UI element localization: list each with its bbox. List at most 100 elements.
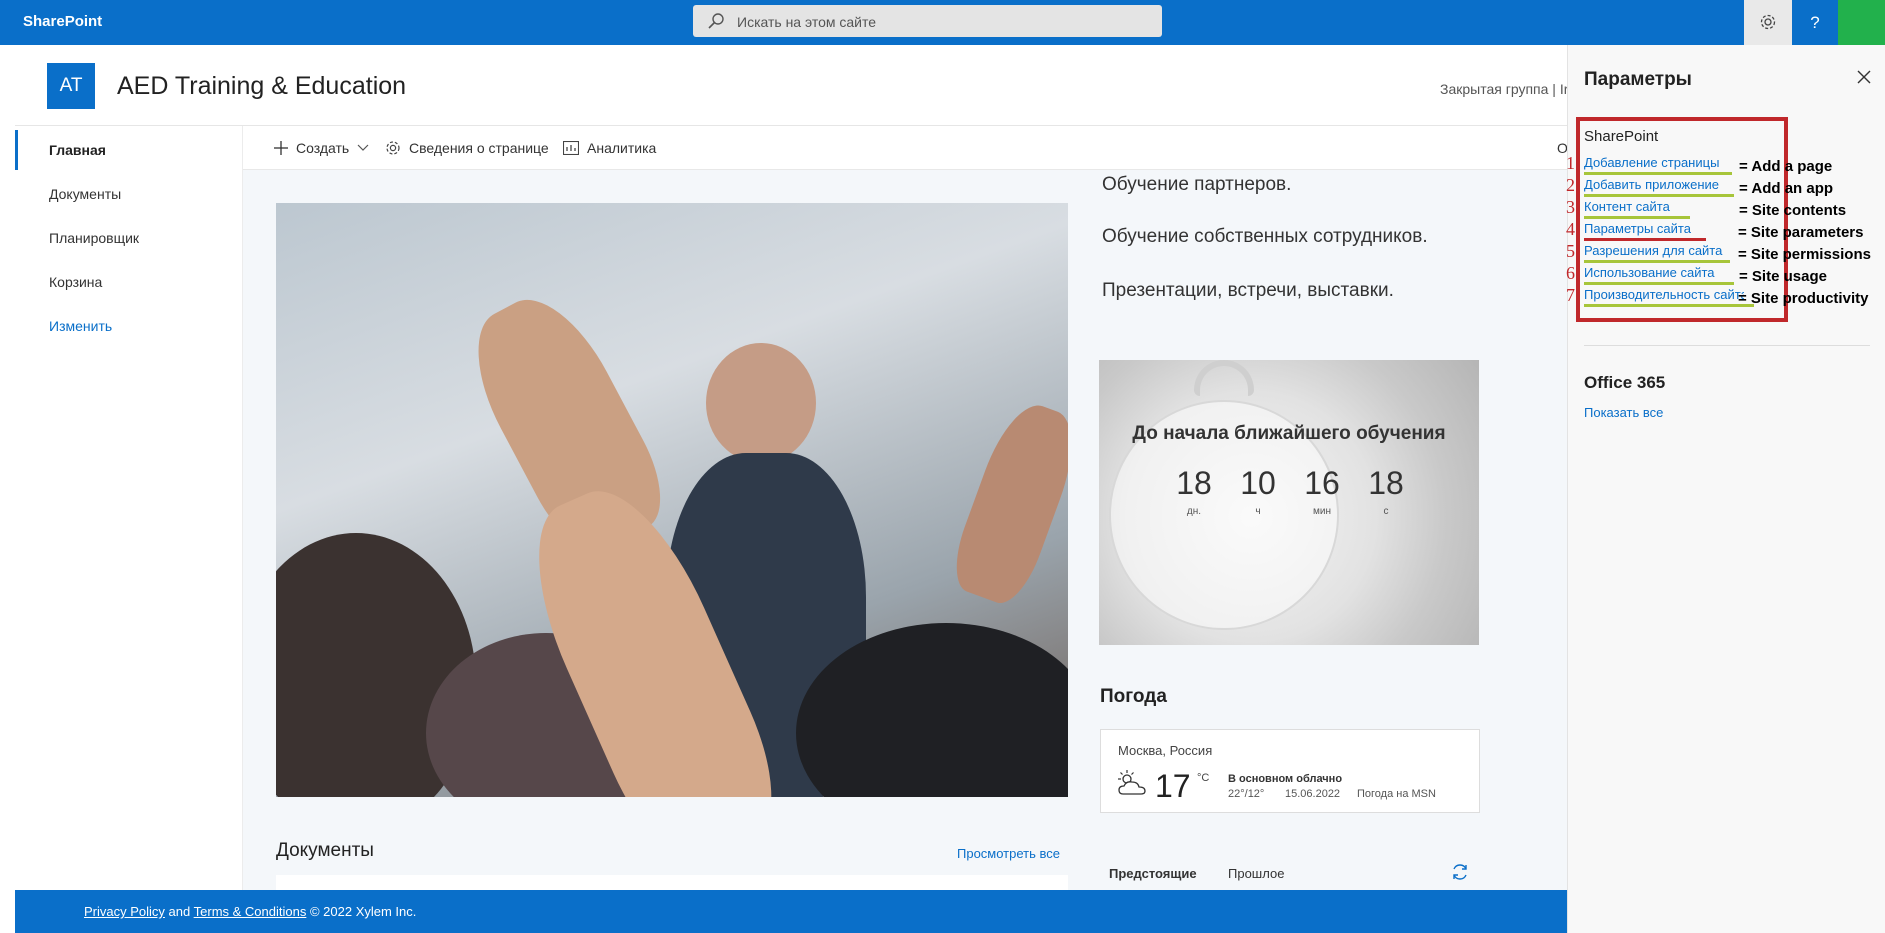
footer-copyright: © 2022 Xylem Inc. [309,904,417,919]
stopwatch-knob [1194,360,1254,396]
analytics-button[interactable]: Аналитика [563,140,656,156]
nav-item-documents[interactable]: Документы [15,174,243,214]
analytics-label: Аналитика [587,140,657,156]
image-hand [944,395,1068,611]
annotation-number: 3 [1566,197,1575,217]
countdown-days: 18 дн. [1164,465,1224,517]
site-logo[interactable]: AT [47,63,95,109]
sharepoint-section-title: SharePoint [1584,128,1659,145]
intro-line-3: Презентации, встречи, выставки. [1102,280,1394,301]
annotation-number: 5 [1566,241,1575,261]
annotation-underline [1584,216,1690,219]
countdown-label: ч [1255,506,1261,517]
weather-temperature: 17 [1155,768,1191,804]
footer-and: and [168,904,191,919]
add-page-link[interactable]: Добавление страницы [1584,155,1719,170]
refresh-icon[interactable] [1451,863,1469,881]
nav-item-home[interactable]: Главная [15,130,243,170]
countdown-webpart: До начала ближайшего обучения 18 дн. 10 … [1099,360,1479,645]
create-label: Создать [296,140,350,156]
weather-unit: °C [1197,772,1210,784]
panel-divider [1584,345,1870,346]
annotation-number: 4 [1566,219,1575,239]
annotation-underline [1584,194,1734,197]
panel-title: Параметры [1584,69,1692,90]
annotation-underline [1584,282,1734,285]
documents-title: Документы [276,840,374,861]
countdown-value: 16 [1304,465,1340,501]
search-icon [708,13,724,29]
close-icon[interactable] [1854,67,1874,87]
site-footer: Privacy Policy and Terms & Conditions © … [15,890,1567,933]
settings-button[interactable] [1744,0,1792,45]
suite-bar: SharePoint Искать на этом сайте ? [0,0,1885,45]
account-button[interactable] [1838,0,1885,45]
countdown-seconds: 18 с [1356,465,1416,517]
weather-description: В основном облачно [1228,773,1343,785]
partly-cloudy-icon [1118,770,1146,795]
page-details-button[interactable]: Сведения о странице [385,140,549,156]
annotation-translation: = Site productivity [1738,290,1869,307]
search-box[interactable]: Искать на этом сайте [693,5,1162,37]
countdown-value: 10 [1240,465,1276,501]
countdown-label: с [1383,506,1389,517]
app-brand[interactable]: SharePoint [23,13,102,30]
nav-item-recycle-bin[interactable]: Корзина [15,262,243,302]
annotation-underline [1584,304,1754,307]
weather-card[interactable]: Москва, Россия 17 °C В основном облачно … [1100,729,1480,813]
sharepoint-links: 1 Добавление страницы = Add a page 2 Доб… [1566,153,1884,325]
site-title[interactable]: AED Training & Education [117,72,406,101]
countdown-label: дн. [1186,506,1202,517]
weather-source-link[interactable]: Погода на MSN [1357,788,1436,800]
site-settings-link[interactable]: Параметры сайта [1584,221,1691,236]
countdown-minutes: 16 мин [1292,465,1352,517]
plus-icon [274,141,288,155]
nav-edit-link[interactable]: Изменить [15,306,243,346]
left-navigation: Главная Документы Планировщик Корзина Из… [15,126,243,890]
annotation-translation: = Site permissions [1738,246,1871,263]
settings-panel: Параметры SharePoint 1 Добавление страни… [1566,45,1885,933]
documents-list [276,875,1068,890]
weather-title: Погода [1100,686,1167,707]
site-permissions-link[interactable]: Разрешения для сайта [1584,243,1722,258]
tab-upcoming[interactable]: Предстоящие [1109,866,1197,881]
view-all-link[interactable]: Просмотреть все [957,846,1060,861]
countdown-label: мин [1313,506,1331,517]
nav-item-planner[interactable]: Планировщик [15,218,243,258]
search-input[interactable]: Искать на этом сайте [737,14,876,30]
analytics-icon [563,141,579,155]
create-button[interactable]: Создать [274,140,369,156]
weather-date: 15.06.2022 [1285,788,1341,800]
privacy-policy-link[interactable]: Privacy Policy [84,904,165,919]
help-button[interactable]: ? [1792,0,1838,45]
site-header: AT AED Training & Education Закрытая гру… [15,45,1569,126]
gear-icon [386,141,400,155]
site-contents-link[interactable]: Контент сайта [1584,199,1670,214]
site-usage-link[interactable]: Использование сайта [1584,265,1715,280]
terms-link[interactable]: Terms & Conditions [194,904,307,919]
gear-icon [1760,14,1776,30]
annotation-underline [1584,238,1706,241]
countdown-value: 18 [1176,465,1212,501]
intro-line-1: Обучение партнеров. [1102,174,1292,195]
annotation-number: 2 [1566,175,1575,195]
countdown-value: 18 [1368,465,1404,501]
annotation-translation: = Site parameters [1738,224,1864,241]
weather-city: Москва, Россия [1118,743,1213,758]
annotation-translation: = Site usage [1739,268,1827,285]
add-app-link[interactable]: Добавить приложение [1584,177,1719,192]
weather-range: 22°/12° [1228,788,1265,800]
countdown-title: До начала ближайшего обучения [1132,423,1446,444]
tab-past[interactable]: Прошлое [1228,866,1284,881]
group-info: Закрытая группа | Ir [1440,81,1569,97]
annotation-number: 6 [1566,263,1575,283]
annotation-translation: = Add a page [1739,158,1833,175]
hero-image [276,203,1068,797]
countdown-hours: 10 ч [1228,465,1288,517]
site-performance-link[interactable]: Производительность сайта [1584,287,1744,302]
command-bar: Создать Сведения о странице Аналитика О [243,126,1568,170]
image-blob [706,343,816,463]
annotation-number: 7 [1566,285,1575,305]
chevron-down-icon [357,144,369,151]
show-all-link[interactable]: Показать все [1584,405,1663,420]
